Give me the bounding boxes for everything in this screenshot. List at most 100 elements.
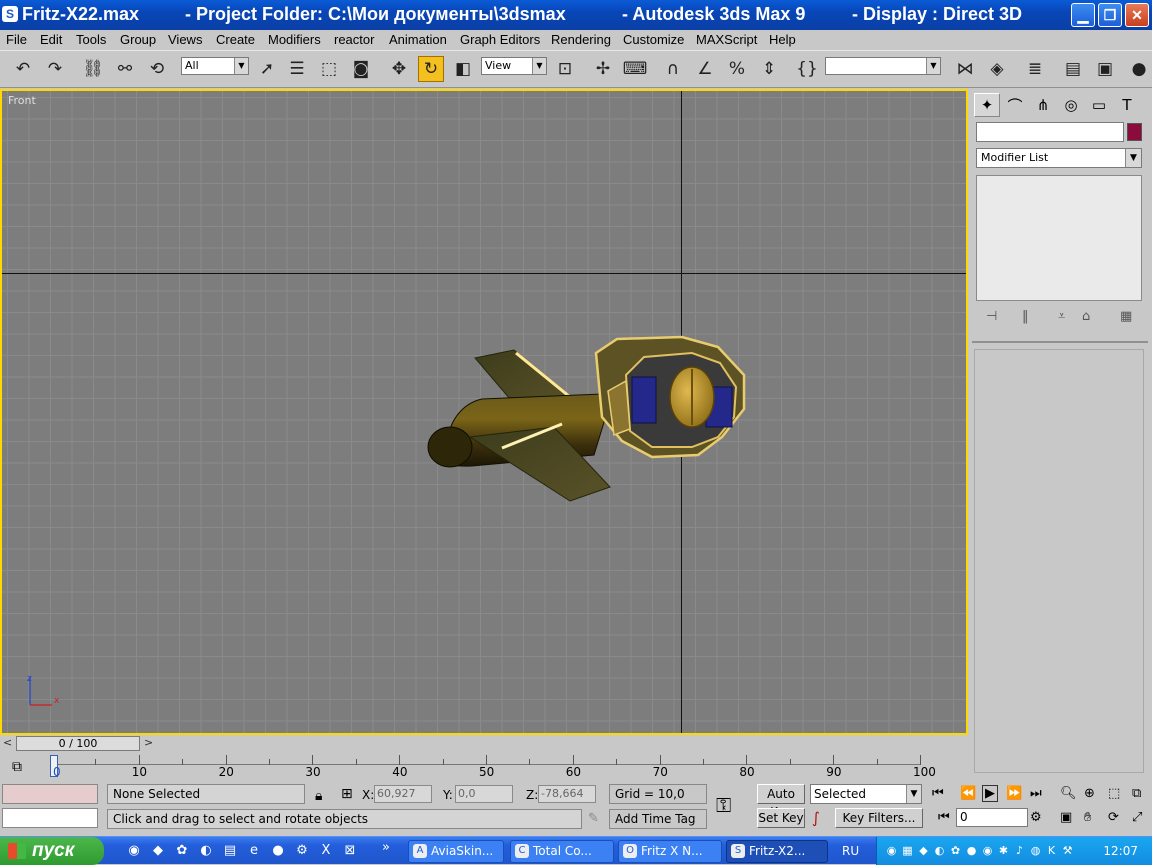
front-viewport[interactable]: Front z x	[0, 89, 968, 735]
lock-selection-icon[interactable]: 🔒︎	[315, 788, 322, 804]
quicklaunch-8-icon[interactable]: ⚙	[294, 843, 310, 859]
undo-icon[interactable]: ↶	[10, 56, 36, 82]
use-pivot-center-icon[interactable]: ⊡	[552, 56, 578, 82]
select-object-icon[interactable]: ➚	[254, 56, 280, 82]
menu-group[interactable]: Group	[120, 32, 156, 47]
modify-tab-icon[interactable]: ⌒	[1002, 93, 1028, 117]
reference-coordinate-dropdown[interactable]: View ▼	[481, 57, 547, 75]
start-button[interactable]: пуск	[0, 837, 104, 865]
menu-graph-editors[interactable]: Graph Editors	[460, 32, 540, 47]
tray-11-icon[interactable]: K	[1045, 844, 1058, 857]
quicklaunch-1-icon[interactable]: ◉	[126, 843, 142, 859]
add-time-tag-button[interactable]: Add Time Tag	[609, 809, 707, 829]
menu-customize[interactable]: Customize	[623, 32, 684, 47]
menu-rendering[interactable]: Rendering	[551, 32, 611, 47]
task-aviaskin[interactable]: A AviaSkin...	[408, 840, 504, 863]
time-tag-icon[interactable]: ✎	[588, 811, 599, 826]
display-tab-icon[interactable]: ▭	[1086, 93, 1112, 117]
make-unique-icon[interactable]: ⩡	[1058, 309, 1065, 324]
previous-frame-icon[interactable]: ⏪	[960, 786, 976, 801]
menu-edit[interactable]: Edit	[40, 32, 62, 47]
title-bar[interactable]: S Fritz-X22.max - Project Folder: C:\Мои…	[0, 0, 1152, 30]
tray-7-icon[interactable]: ◉	[981, 844, 994, 857]
menu-views[interactable]: Views	[168, 32, 202, 47]
align-icon[interactable]: ◈	[984, 56, 1010, 82]
spinner-snap-icon[interactable]: ⇕	[756, 56, 782, 82]
tray-network-icon[interactable]: ▦	[901, 844, 914, 857]
create-tab-icon[interactable]: ✦	[974, 93, 1000, 117]
utilities-tab-icon[interactable]: T	[1114, 93, 1140, 117]
tray-5-icon[interactable]: ✿	[949, 844, 962, 857]
y-coordinate-field[interactable]: 0,0	[455, 785, 513, 803]
material-editor-icon[interactable]: ●	[1126, 56, 1152, 82]
tray-4-icon[interactable]: ◐	[933, 844, 946, 857]
select-and-scale-icon[interactable]: ◧	[450, 56, 476, 82]
motion-tab-icon[interactable]: ◎	[1058, 93, 1084, 117]
key-filters-button[interactable]: Key Filters...	[835, 808, 923, 828]
rectangular-selection-icon[interactable]: ⬚	[316, 56, 342, 82]
pan-icon[interactable]: ✋︎	[1084, 810, 1091, 825]
percent-snap-icon[interactable]: %	[724, 56, 750, 82]
menu-modifiers[interactable]: Modifiers	[268, 32, 321, 47]
select-by-name-icon[interactable]: ☰	[284, 56, 310, 82]
zoom-extents-all-icon[interactable]: ⧉	[1132, 786, 1141, 801]
unlink-icon[interactable]: ⚯	[112, 56, 138, 82]
next-frame-icon[interactable]: ⏩	[1006, 786, 1022, 801]
zoom-icon[interactable]: 🔍︎	[1060, 786, 1077, 801]
quicklaunch-3-icon[interactable]: ✿	[174, 843, 190, 859]
curve-editor-icon[interactable]: ▤	[1060, 56, 1086, 82]
set-key-icon[interactable]: ⚿	[716, 793, 731, 817]
modifier-stack[interactable]	[976, 175, 1142, 301]
maxscript-input-mini[interactable]	[2, 808, 98, 828]
object-name-field[interactable]	[976, 122, 1124, 142]
tray-3-icon[interactable]: ◆	[917, 844, 930, 857]
menu-reactor[interactable]: reactor	[334, 32, 374, 47]
key-mode-toggle-icon[interactable]: ⏮	[938, 810, 950, 825]
tray-10-icon[interactable]: ◍	[1029, 844, 1042, 857]
tray-6-icon[interactable]: ●	[965, 844, 978, 857]
selection-filter-dropdown[interactable]: All ▼	[181, 57, 249, 75]
quicklaunch-5-icon[interactable]: ▤	[222, 843, 238, 859]
time-slider-prev-icon[interactable]: <	[3, 736, 12, 749]
menu-file[interactable]: File	[6, 32, 27, 47]
bomb-model[interactable]	[2, 91, 966, 733]
named-selection-dropdown[interactable]: ▼	[825, 57, 941, 75]
quicklaunch-7-icon[interactable]: ●	[270, 843, 286, 859]
edit-named-selection-icon[interactable]: {}	[794, 56, 820, 82]
select-and-manipulate-icon[interactable]: ✢	[590, 56, 616, 82]
time-slider-next-icon[interactable]: >	[144, 736, 153, 749]
close-button[interactable]: ✕	[1125, 3, 1149, 27]
auto-key-button[interactable]: Auto Key	[757, 784, 805, 819]
quicklaunch-10-icon[interactable]: ⊠	[342, 843, 358, 859]
quicklaunch-ie-icon[interactable]: e	[246, 843, 262, 859]
language-indicator[interactable]: RU	[842, 844, 859, 858]
mirror-icon[interactable]: ⋈	[952, 56, 978, 82]
pin-stack-icon[interactable]: ⊣	[986, 309, 997, 324]
schematic-view-icon[interactable]: ▣	[1092, 56, 1118, 82]
configure-modifier-sets-icon[interactable]: ▦	[1120, 309, 1132, 324]
show-end-result-icon[interactable]: ‖	[1022, 309, 1029, 324]
select-and-move-icon[interactable]: ✥	[386, 56, 412, 82]
tray-eye-icon[interactable]: ◉	[885, 844, 898, 857]
default-tangent-icon[interactable]: ∫	[812, 809, 820, 827]
menu-maxscript[interactable]: MAXScript	[696, 32, 757, 47]
zoom-all-icon[interactable]: ⊕	[1084, 786, 1095, 801]
maxscript-listener-mini[interactable]	[2, 784, 98, 804]
restore-button[interactable]: ❐	[1098, 3, 1122, 27]
app-icon[interactable]: S	[2, 6, 18, 22]
keyboard-shortcut-override-icon[interactable]: ⌨	[622, 56, 648, 82]
z-coordinate-field[interactable]: -78,664	[538, 785, 596, 803]
x-coordinate-field[interactable]: 60,927	[374, 785, 432, 803]
task-3dsmax[interactable]: S Fritz-X2...	[726, 840, 828, 863]
tray-volume-icon[interactable]: ♪	[1013, 844, 1026, 857]
minimize-button[interactable]: ▁	[1071, 3, 1095, 27]
bind-space-warp-icon[interactable]: ⟲	[144, 56, 170, 82]
quicklaunch-more-icon[interactable]: »	[378, 840, 394, 856]
time-configuration-icon[interactable]: ⚙	[1030, 810, 1042, 825]
menu-tools[interactable]: Tools	[76, 32, 106, 47]
go-to-start-icon[interactable]: ⏮	[932, 786, 944, 801]
modifier-list-dropdown[interactable]: Modifier List ▼	[976, 148, 1142, 168]
set-key-button[interactable]: Set Key	[757, 808, 805, 828]
track-bar[interactable]: ⧉ 0 10 20 30 40 50 60 70 80 90 100	[0, 753, 968, 781]
maximize-viewport-icon[interactable]: ⤢	[1132, 810, 1142, 825]
